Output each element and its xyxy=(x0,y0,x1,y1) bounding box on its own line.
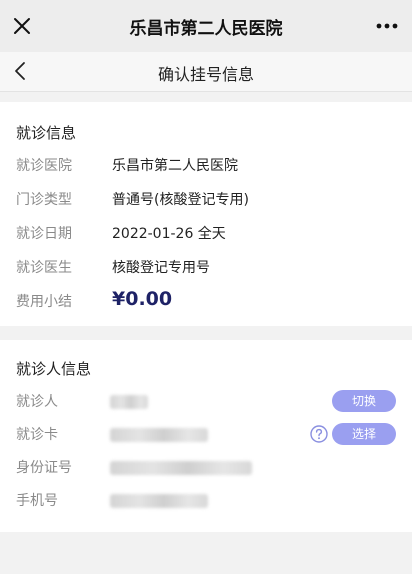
patient-label: 就诊人 xyxy=(16,394,58,410)
visit-info-card: 就诊信息 就诊医院 乐昌市第二人民医院 门诊类型 普通号(核酸登记专用) 就诊日… xyxy=(0,102,412,326)
medical-card-redacted xyxy=(110,428,208,442)
switch-patient-button[interactable]: 切换 xyxy=(332,390,396,412)
select-card-button[interactable]: 选择 xyxy=(332,423,396,445)
page-title: 确认挂号信息 xyxy=(157,65,254,84)
hospital-value: 乐昌市第二人民医院 xyxy=(112,158,238,174)
patient-info-card: 就诊人信息 就诊人 切换 就诊卡 选择 身份证号 手机号 xyxy=(0,340,412,532)
fee-value: ¥0.00 xyxy=(112,288,173,310)
doctor-value: 核酸登记专用号 xyxy=(112,260,210,276)
doctor-label: 就诊医生 xyxy=(16,260,72,276)
phone-label: 手机号 xyxy=(16,493,58,509)
visit-date-value: 2022-01-26 全天 xyxy=(112,226,226,242)
medical-card-row: 就诊卡 选择 xyxy=(0,419,412,449)
patient-name-redacted xyxy=(110,395,148,409)
visit-date-label: 就诊日期 xyxy=(16,226,72,242)
clinic-type-value: 普通号(核酸登记专用) xyxy=(112,192,249,208)
phone-redacted xyxy=(110,494,208,508)
back-arrow-icon[interactable] xyxy=(10,60,32,82)
help-icon[interactable] xyxy=(310,425,328,443)
clinic-type-row: 门诊类型 普通号(核酸登记专用) xyxy=(0,184,412,214)
doctor-row: 就诊医生 核酸登记专用号 xyxy=(0,252,412,282)
app-title: 乐昌市第二人民医院 xyxy=(129,19,283,39)
more-options-icon[interactable] xyxy=(376,22,398,30)
fee-label: 费用小结 xyxy=(16,294,72,310)
hospital-label: 就诊医院 xyxy=(16,158,72,174)
patient-row: 就诊人 切换 xyxy=(0,386,412,416)
id-number-label: 身份证号 xyxy=(16,460,72,476)
clinic-type-label: 门诊类型 xyxy=(16,192,72,208)
wechat-title-bar: 乐昌市第二人民医院 xyxy=(0,0,412,52)
patient-info-title: 就诊人信息 xyxy=(16,360,92,378)
id-number-row: 身份证号 xyxy=(0,452,412,482)
phone-row: 手机号 xyxy=(0,485,412,515)
close-icon[interactable] xyxy=(8,12,36,40)
hospital-row: 就诊医院 乐昌市第二人民医院 xyxy=(0,150,412,180)
visit-info-title: 就诊信息 xyxy=(16,124,77,142)
medical-card-label: 就诊卡 xyxy=(16,427,58,443)
fee-row: 费用小结 ¥0.00 xyxy=(0,286,412,316)
id-number-redacted xyxy=(110,461,252,475)
visit-date-row: 就诊日期 2022-01-26 全天 xyxy=(0,218,412,248)
page-nav-bar: 确认挂号信息 xyxy=(0,52,412,92)
